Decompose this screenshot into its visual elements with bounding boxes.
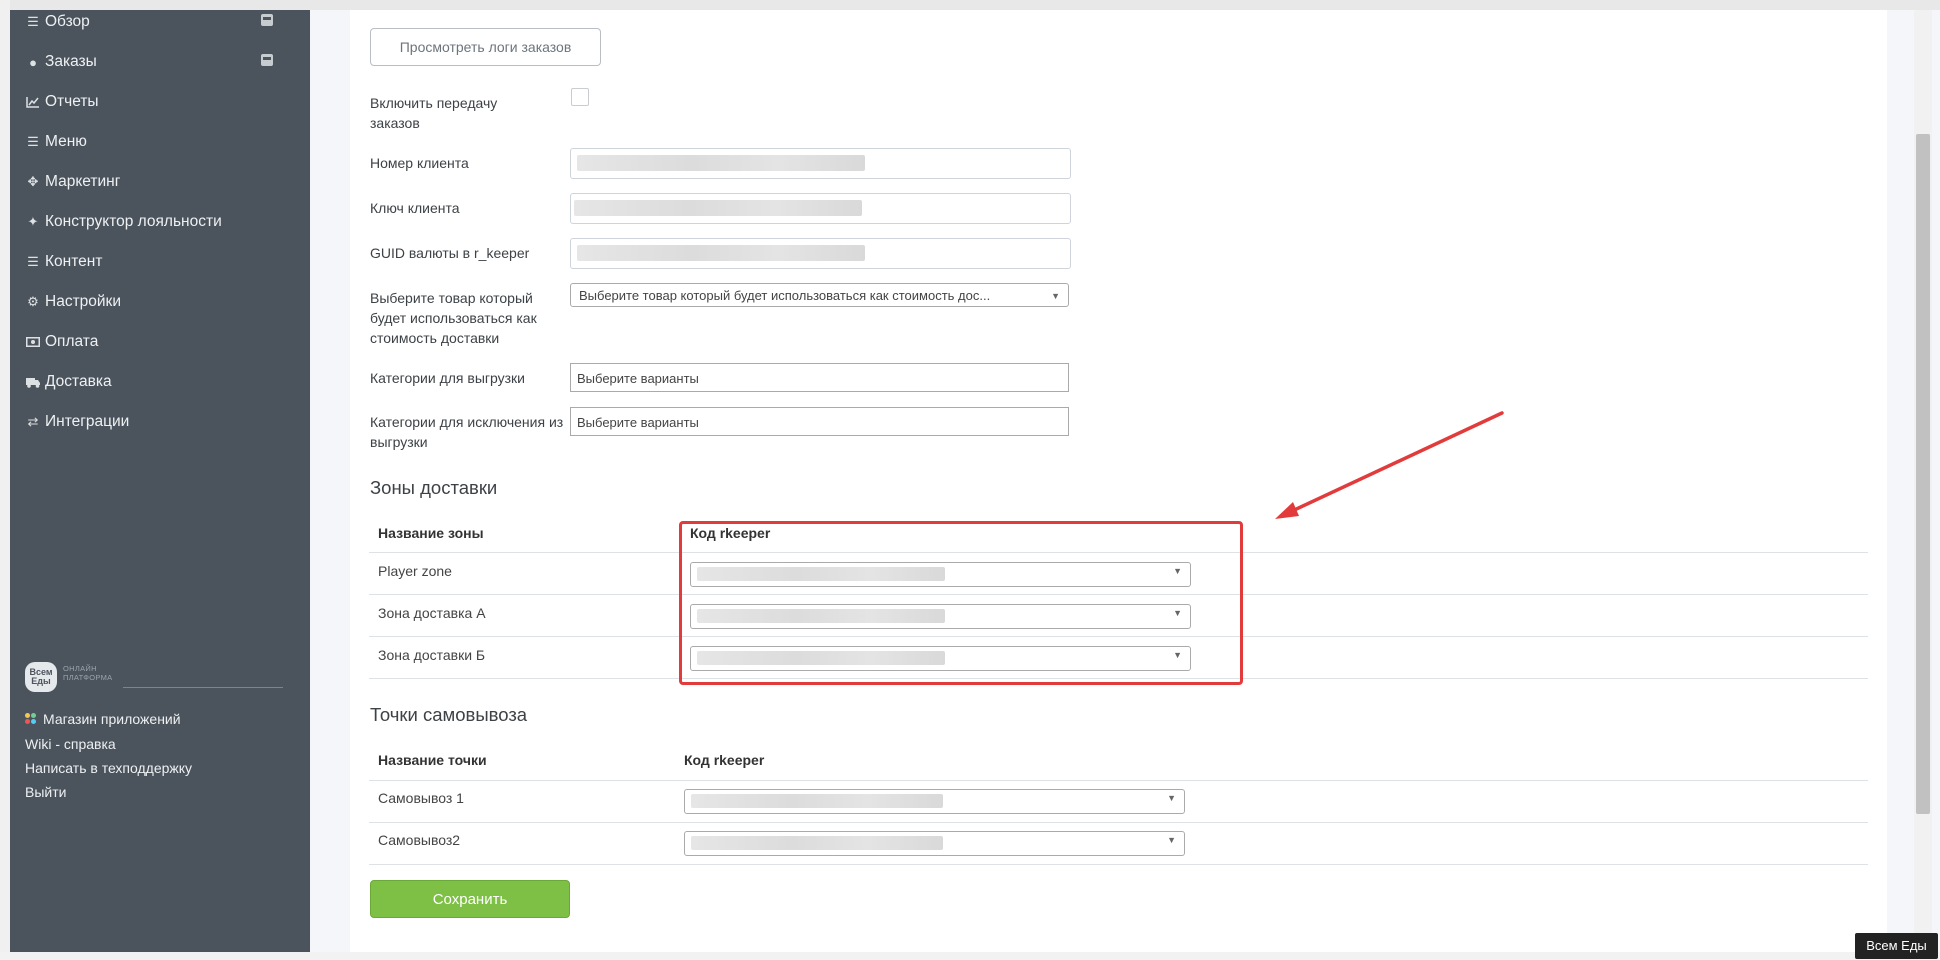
point-code-select[interactable]: ▼	[684, 831, 1185, 856]
point-name: Самовывоз2	[378, 832, 461, 848]
window-bottom-edge	[0, 952, 1940, 960]
redacted-value	[691, 836, 943, 850]
point-name-header: Название точки	[378, 752, 487, 768]
caret-down-icon: ▼	[1167, 793, 1176, 803]
caret-down-icon: ▼	[1167, 835, 1176, 845]
pickup-points-title: Точки самовывоза	[370, 704, 528, 725]
redacted-value	[691, 794, 943, 808]
annotation-arrow	[1275, 411, 1504, 519]
point-code-header: Код rkeeper	[684, 752, 765, 768]
table-divider	[369, 822, 1868, 823]
point-name: Самовывоз 1	[378, 790, 464, 806]
save-button[interactable]: Сохранить	[370, 880, 570, 918]
brand-watermark: Всем Еды	[1855, 933, 1938, 959]
table-divider	[369, 864, 1868, 865]
table-divider	[369, 780, 1868, 781]
point-code-select[interactable]: ▼	[684, 789, 1185, 814]
